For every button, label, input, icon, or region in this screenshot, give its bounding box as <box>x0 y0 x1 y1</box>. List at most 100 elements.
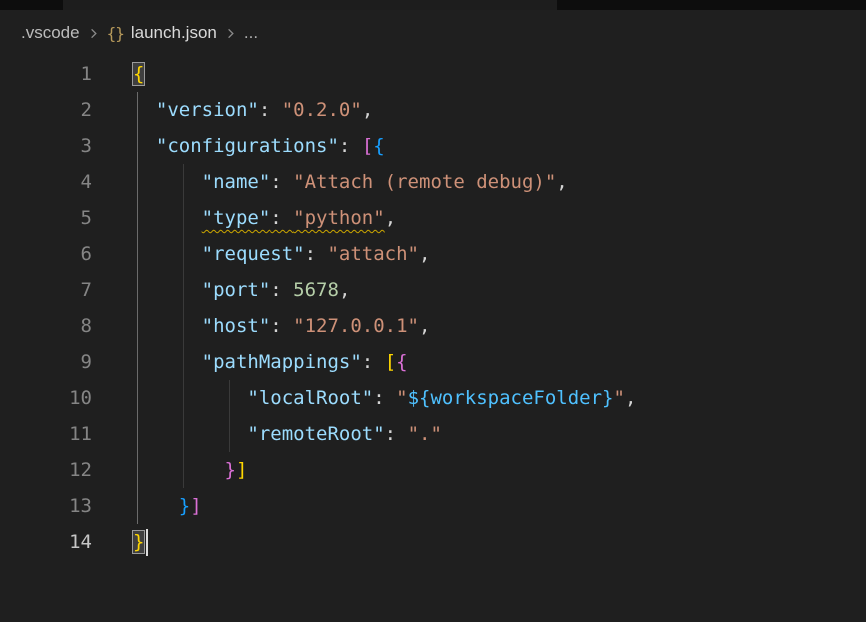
line-number[interactable]: 5 <box>0 200 92 236</box>
code-token: "remoteRoot" <box>247 423 384 445</box>
breadcrumb: .vscode {} launch.json ... <box>0 10 866 56</box>
code-token <box>133 135 156 157</box>
editor[interactable]: 1234567891011121314 { "version": "0.2.0"… <box>0 56 866 622</box>
line-number[interactable]: 14 <box>0 524 92 560</box>
code-line[interactable]: }] <box>133 452 866 488</box>
code-token: "127.0.0.1" <box>293 315 419 337</box>
line-number[interactable]: 6 <box>0 236 92 272</box>
code-token: , <box>419 315 430 337</box>
code-token <box>133 387 247 409</box>
breadcrumb-overflow[interactable]: ... <box>244 23 258 43</box>
code-token: "pathMappings" <box>202 351 362 373</box>
code-token: : <box>259 99 282 121</box>
line-number[interactable]: 10 <box>0 380 92 416</box>
line-number[interactable]: 12 <box>0 452 92 488</box>
code-line[interactable]: "name": "Attach (remote debug)", <box>133 164 866 200</box>
code-token: : <box>270 279 293 301</box>
breadcrumb-file[interactable]: launch.json <box>131 23 217 43</box>
line-number[interactable]: 13 <box>0 488 92 524</box>
code-token: ] <box>190 495 201 517</box>
code-token: "version" <box>156 99 259 121</box>
code-line[interactable]: "pathMappings": [{ <box>133 344 866 380</box>
breadcrumb-folder[interactable]: .vscode <box>21 23 80 43</box>
code-token: "Attach (remote debug)" <box>293 171 556 193</box>
code-token: : <box>270 315 293 337</box>
code-token: , <box>362 99 373 121</box>
code-token <box>133 315 202 337</box>
code-token: "." <box>408 423 442 445</box>
code-token <box>133 351 202 373</box>
code-lines: { "version": "0.2.0", "configurations": … <box>133 56 866 560</box>
code-token: : <box>339 135 362 157</box>
code-token: : <box>373 387 396 409</box>
code-token: [ <box>385 351 396 373</box>
code-line[interactable]: "type": "python", <box>133 200 866 236</box>
code-token: , <box>339 279 350 301</box>
code-area[interactable]: { "version": "0.2.0", "configurations": … <box>92 56 866 622</box>
code-token: , <box>385 207 396 229</box>
code-token: : <box>385 423 408 445</box>
code-token: { <box>373 135 384 157</box>
code-token: } <box>133 531 144 553</box>
code-token: } <box>179 495 190 517</box>
code-token <box>133 423 247 445</box>
code-token: "0.2.0" <box>282 99 362 121</box>
code-line[interactable]: } <box>133 524 866 560</box>
code-token <box>133 495 179 517</box>
code-token <box>133 279 202 301</box>
code-line[interactable]: "version": "0.2.0", <box>133 92 866 128</box>
code-token: [ <box>362 135 373 157</box>
line-number[interactable]: 4 <box>0 164 92 200</box>
code-token <box>133 459 225 481</box>
line-number[interactable]: 7 <box>0 272 92 308</box>
code-token: { <box>133 63 144 85</box>
code-line[interactable]: "remoteRoot": "." <box>133 416 866 452</box>
code-token: "localRoot" <box>247 387 373 409</box>
line-number[interactable]: 3 <box>0 128 92 164</box>
line-number[interactable]: 9 <box>0 344 92 380</box>
code-token: " <box>396 387 407 409</box>
code-token: : <box>270 171 293 193</box>
code-token: , <box>419 243 430 265</box>
code-token: "port" <box>202 279 271 301</box>
line-number[interactable]: 11 <box>0 416 92 452</box>
code-token: } <box>225 459 236 481</box>
code-token: , <box>625 387 636 409</box>
code-token: : <box>270 207 293 229</box>
code-line[interactable]: "port": 5678, <box>133 272 866 308</box>
code-line[interactable]: }] <box>133 488 866 524</box>
active-tab-edge[interactable] <box>63 0 557 10</box>
code-token: ] <box>236 459 247 481</box>
code-token <box>133 171 202 193</box>
chevron-right-icon <box>223 26 238 41</box>
code-token <box>133 207 202 229</box>
chevron-right-icon <box>86 26 101 41</box>
code-token: " <box>613 387 624 409</box>
code-token: , <box>556 171 567 193</box>
code-token: 5678 <box>293 279 339 301</box>
code-token: ${workspaceFolder} <box>408 387 614 409</box>
code-line[interactable]: "localRoot": "${workspaceFolder}", <box>133 380 866 416</box>
line-number[interactable]: 2 <box>0 92 92 128</box>
code-token: "request" <box>202 243 305 265</box>
gutter[interactable]: 1234567891011121314 <box>0 56 92 622</box>
code-token <box>133 99 156 121</box>
vscode-window: .vscode {} launch.json ... 1234567891011… <box>0 0 866 622</box>
code-token: : <box>305 243 328 265</box>
code-token: { <box>396 351 407 373</box>
code-line[interactable]: "request": "attach", <box>133 236 866 272</box>
code-token: "attach" <box>327 243 419 265</box>
code-line[interactable]: { <box>133 56 866 92</box>
line-number[interactable]: 1 <box>0 56 92 92</box>
code-token: "python" <box>293 207 385 229</box>
text-cursor <box>146 529 148 556</box>
code-token: "name" <box>202 171 271 193</box>
code-token: "configurations" <box>156 135 339 157</box>
line-number[interactable]: 8 <box>0 308 92 344</box>
code-line[interactable]: "configurations": [{ <box>133 128 866 164</box>
code-token: : <box>362 351 385 373</box>
code-token: "type" <box>202 207 271 229</box>
code-token <box>133 243 202 265</box>
tab-bar[interactable] <box>0 0 866 10</box>
code-line[interactable]: "host": "127.0.0.1", <box>133 308 866 344</box>
